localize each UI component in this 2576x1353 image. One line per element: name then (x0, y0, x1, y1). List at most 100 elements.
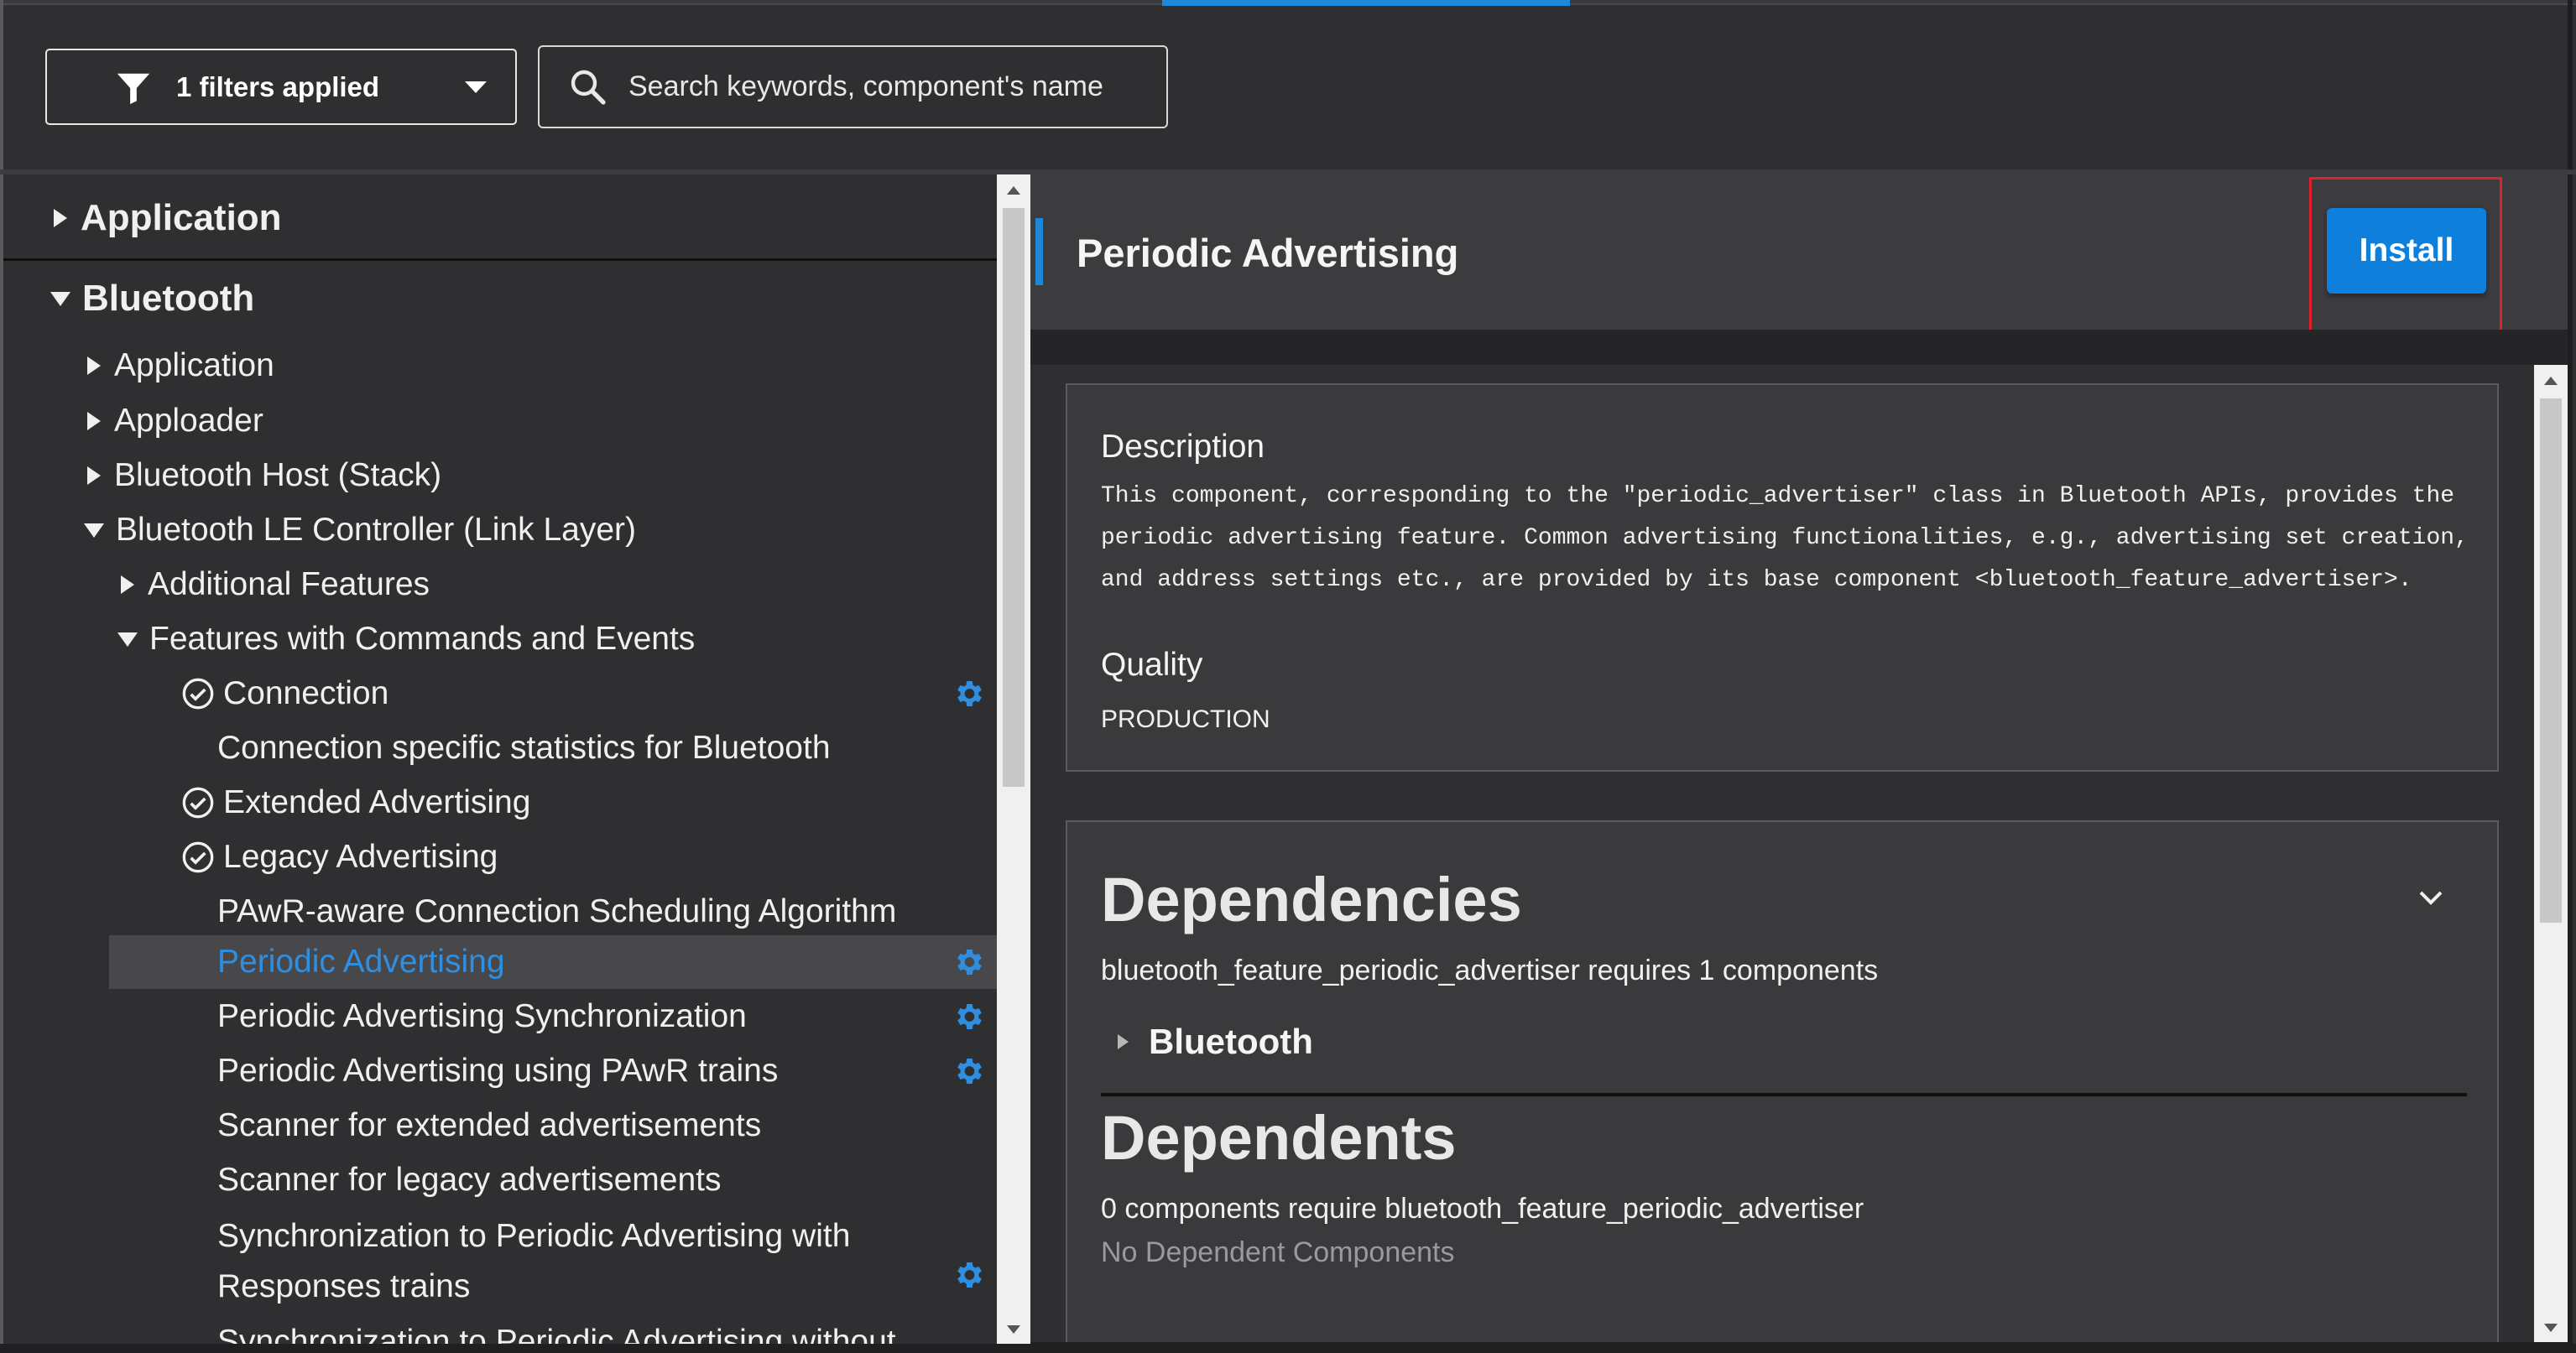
tree-item-sync-pawr-without[interactable]: Synchronization to Periodic Advertising … (3, 1319, 997, 1344)
tree-item-connection-statistics[interactable]: Connection specific statistics for Bluet… (3, 725, 997, 772)
tree-item-scanner-legacy[interactable]: Scanner for legacy advertisements (3, 1157, 997, 1204)
description-line: This component, corresponding to the "pe… (1101, 483, 2455, 509)
dependency-item-bluetooth[interactable]: Bluetooth (1118, 1022, 1313, 1062)
dependencies-summary: bluetooth_feature_periodic_advertiser re… (1101, 955, 1879, 986)
tree-item-label: PAwR-aware Connection Scheduling Algorit… (217, 893, 897, 929)
check-circle-icon (182, 678, 214, 710)
scroll-down-arrow-icon[interactable] (2544, 1324, 2558, 1332)
tree-item-connection[interactable]: Connection (3, 670, 997, 717)
description-line: and address settings etc., are provided … (1101, 567, 2412, 593)
tree-item-periodic-advertising[interactable]: Periodic Advertising (3, 939, 997, 986)
dependents-summary: 0 components require bluetooth_feature_p… (1101, 1193, 1864, 1225)
header-accent-bar (1035, 218, 1043, 285)
filter-label: 1 filters applied (176, 70, 380, 102)
expand-arrow-icon[interactable] (1118, 1034, 1129, 1049)
check-circle-icon (182, 841, 214, 873)
search-icon (571, 70, 606, 105)
detail-body: Description This component, correspondin… (1030, 365, 2534, 1342)
tree-node-bt-application[interactable]: Application (3, 342, 997, 389)
tree-node-label: Apploader (114, 403, 263, 439)
description-line: periodic advertising feature. Common adv… (1101, 525, 2469, 551)
tree-node-le-controller[interactable]: Bluetooth LE Controller (Link Layer) (3, 507, 997, 554)
tree-item-label-line2: Responses trains (217, 1268, 471, 1304)
dependencies-heading: Dependencies (1101, 865, 1522, 934)
tree-node-label: Features with Commands and Events (149, 621, 696, 657)
scroll-up-arrow-icon[interactable] (2544, 377, 2558, 385)
search-box[interactable] (538, 45, 1168, 128)
dependencies-card: Dependencies bluetooth_feature_periodic_… (1066, 820, 2499, 1342)
tree-node-label: Application (81, 197, 282, 238)
component-title: Periodic Advertising (1077, 231, 1459, 275)
tree-item-sync-pawr-with[interactable]: Synchronization to Periodic Advertising … (3, 1211, 997, 1312)
window-right-border (2568, 0, 2573, 1353)
chevron-down-icon[interactable] (2414, 887, 2448, 909)
header-shadow (1030, 330, 2568, 365)
description-card: Description This component, correspondin… (1066, 383, 2499, 772)
tree-node-label: Application (114, 347, 274, 383)
tree-node-application[interactable]: Application (3, 193, 997, 243)
tree-item-scanner-extended[interactable]: Scanner for extended advertisements (3, 1102, 997, 1149)
expand-arrow-icon[interactable] (87, 412, 101, 430)
scroll-up-arrow-icon[interactable] (1007, 186, 1020, 195)
scrollbar-thumb[interactable] (1003, 208, 1025, 787)
tree-node-label: Additional Features (148, 566, 430, 602)
tree-node-additional-features[interactable]: Additional Features (3, 561, 997, 608)
quality-label: Quality (1101, 647, 1203, 683)
expand-arrow-icon[interactable] (54, 209, 67, 227)
gear-icon[interactable] (952, 1000, 985, 1033)
detail-scrollbar[interactable] (2534, 365, 2568, 1342)
description-text: This component, corresponding to the "pe… (1101, 476, 2477, 601)
tree-scrollbar[interactable] (997, 174, 1030, 1344)
install-button[interactable]: Install (2327, 208, 2486, 294)
tree-item-legacy-advertising[interactable]: Legacy Advertising (3, 834, 997, 881)
collapse-arrow-icon[interactable] (50, 291, 70, 306)
tree-item-periodic-pawr[interactable]: Periodic Advertising using PAwR trains (3, 1048, 997, 1095)
scroll-down-arrow-icon[interactable] (1007, 1325, 1020, 1334)
tree-item-label: Synchronization to Periodic Advertising … (217, 1324, 896, 1344)
filter-button[interactable]: 1 filters applied (45, 49, 517, 125)
expand-arrow-icon[interactable] (87, 356, 101, 375)
tree-item-pawr-scheduling[interactable]: PAwR-aware Connection Scheduling Algorit… (3, 888, 997, 935)
window-bottom-border (0, 1344, 2576, 1353)
tree-node-bt-host[interactable]: Bluetooth Host (Stack) (3, 452, 997, 499)
description-label: Description (1101, 429, 1265, 465)
tree-separator (3, 258, 997, 261)
tree-item-label: Extended Advertising (223, 784, 531, 820)
tree-node-features-cmds-events[interactable]: Features with Commands and Events (3, 616, 997, 663)
tree-item-label: Legacy Advertising (223, 839, 498, 875)
active-tab-indicator (1162, 0, 1570, 6)
collapse-arrow-icon[interactable] (117, 632, 138, 647)
gear-icon[interactable] (952, 945, 985, 979)
tree-item-label: Connection specific statistics for Bluet… (217, 730, 831, 766)
dependents-heading: Dependents (1101, 1103, 1457, 1173)
tree-item-label: Periodic Advertising (217, 944, 505, 980)
quality-value: PRODUCTION (1101, 705, 1270, 733)
dependency-item-label: Bluetooth (1149, 1022, 1313, 1061)
caret-down-icon (465, 81, 487, 93)
scrollbar-thumb[interactable] (2540, 398, 2562, 923)
tree-item-label: Scanner for extended advertisements (217, 1107, 762, 1143)
tree-item-extended-advertising[interactable]: Extended Advertising (3, 779, 997, 826)
tree-node-label: Bluetooth LE Controller (Link Layer) (116, 512, 636, 548)
tree-node-apploader[interactable]: Apploader (3, 398, 997, 445)
gear-icon[interactable] (952, 1258, 985, 1292)
tree-item-periodic-sync[interactable]: Periodic Advertising Synchronization (3, 993, 997, 1040)
expand-arrow-icon[interactable] (121, 575, 134, 594)
expand-arrow-icon[interactable] (87, 466, 101, 485)
check-circle-icon (182, 787, 214, 819)
collapse-arrow-icon[interactable] (84, 523, 104, 538)
tree-item-label: Synchronization to Periodic Advertising … (217, 1218, 851, 1254)
search-input[interactable] (628, 70, 1149, 103)
dependents-empty-text: No Dependent Components (1101, 1236, 1455, 1268)
section-divider (1101, 1093, 2467, 1096)
component-tree: Application Bluetooth Application Apploa… (3, 174, 997, 1344)
tree-item-label: Connection (223, 675, 389, 711)
gear-icon[interactable] (952, 677, 985, 710)
tree-node-label: Bluetooth Host (Stack) (114, 457, 442, 493)
gear-icon[interactable] (952, 1054, 985, 1088)
tree-node-bluetooth[interactable]: Bluetooth (3, 273, 997, 324)
tree-item-label: Periodic Advertising using PAwR trains (217, 1053, 779, 1089)
component-detail-panel: Periodic Advertising Install Description… (1030, 174, 2568, 1344)
filter-icon (117, 73, 150, 105)
tree-item-label: Scanner for legacy advertisements (217, 1162, 722, 1198)
